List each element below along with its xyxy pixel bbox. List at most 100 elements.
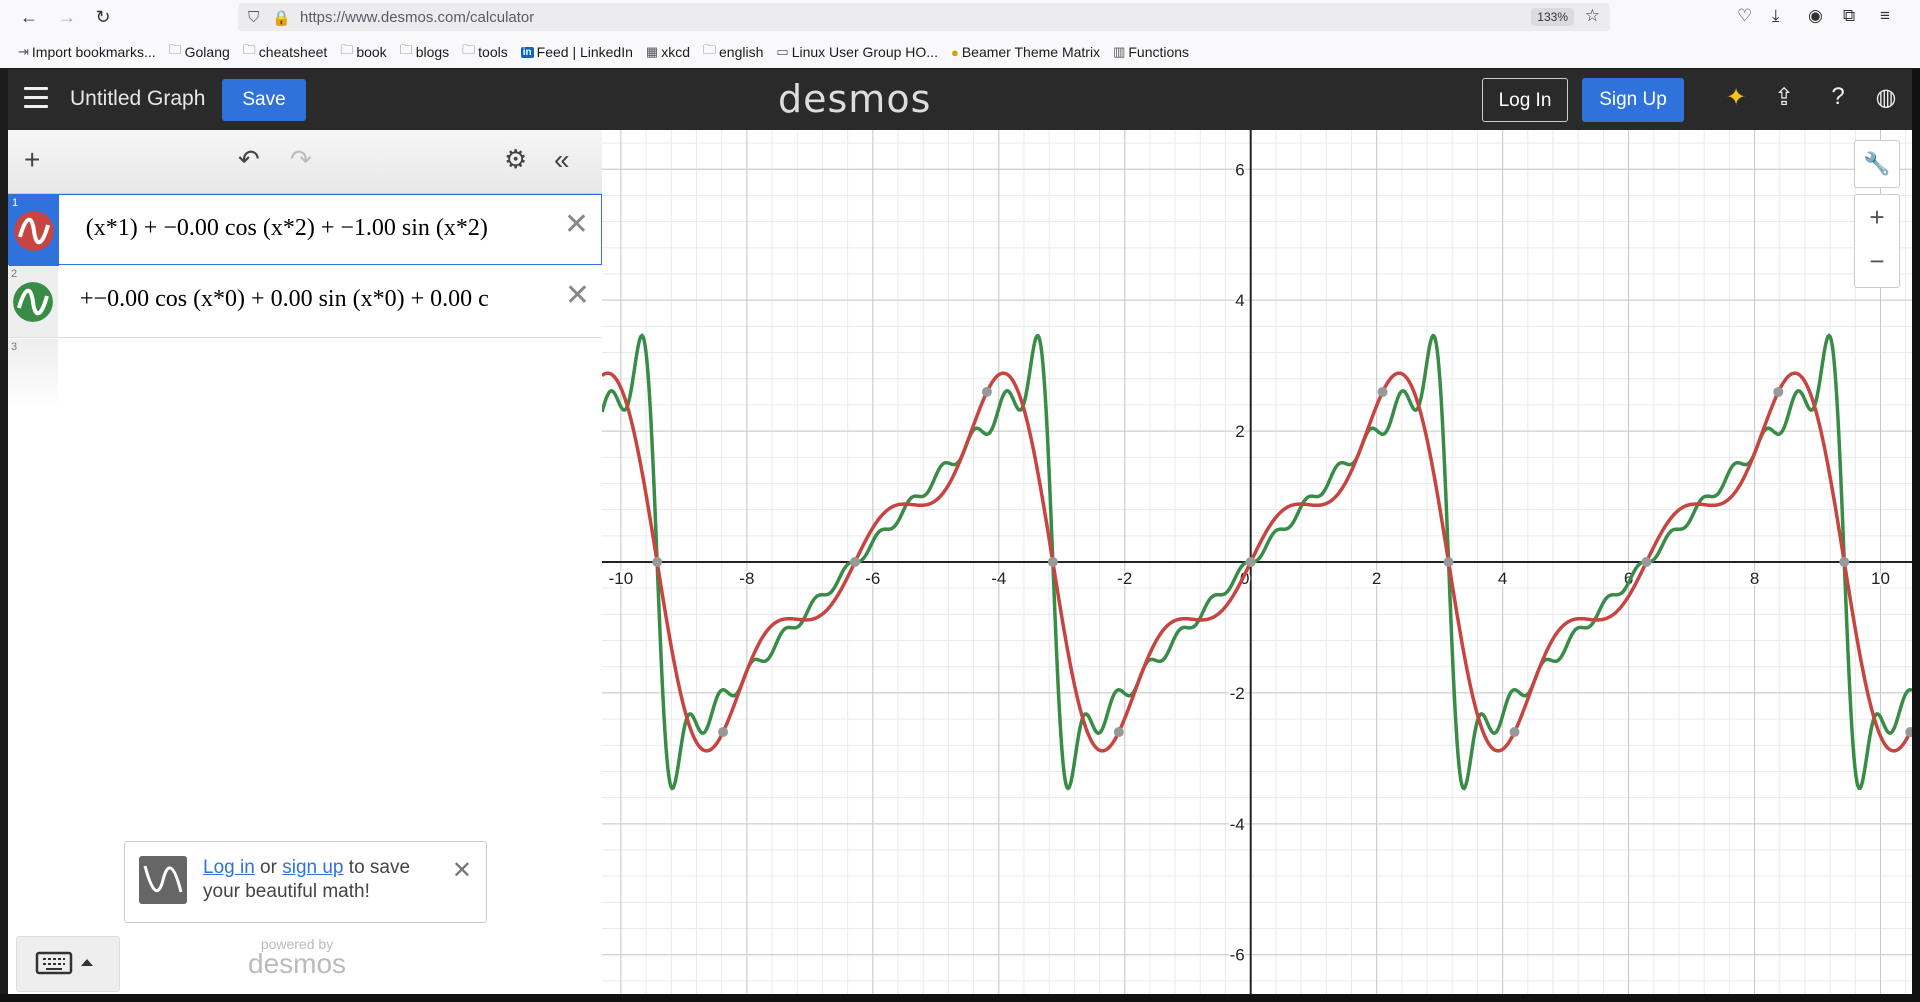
- bookmark-item[interactable]: 🗀 tools: [462, 42, 508, 62]
- url-text[interactable]: https://www.desmos.com/calculator: [300, 9, 534, 26]
- desmos-header: Untitled Graph Save desmos Log In Sign U…: [8, 69, 1912, 130]
- footer-desmos-logo: desmos: [248, 948, 347, 979]
- close-toast-icon[interactable]: ✕: [452, 856, 472, 885]
- desmos-graph-icon: [139, 856, 187, 904]
- bookmark-item[interactable]: 🗀 blogs: [400, 42, 449, 62]
- expression-toolbar: + ↶ ↷ ⚙ «: [8, 130, 602, 194]
- share-icon[interactable]: ⇪: [1768, 83, 1800, 112]
- browser-toolbar: ← → ↻ ⛉ 🔒 https://www.desmos.com/calcula…: [0, 0, 1920, 68]
- bookmarks-bar: ⇥ Import bookmarks... 🗀 Golang 🗀 cheatsheet 🗀 b…: [18, 42, 1202, 62]
- point-of-interest: [1641, 557, 1652, 567]
- beamer-icon: ●: [950, 44, 959, 60]
- signup-link[interactable]: sign up: [282, 857, 343, 878]
- zoom-out-icon[interactable]: −: [1855, 239, 1899, 283]
- back-icon[interactable]: ←: [18, 6, 40, 28]
- y-tick-label: -4: [1230, 815, 1245, 834]
- expression-gutter[interactable]: 1: [9, 195, 59, 266]
- point-of-interest: [652, 557, 663, 567]
- download-icon[interactable]: ⤓: [1772, 6, 1780, 26]
- expression-input-1[interactable]: (x*1) + −0.00 cos (x*2) + −1.00 sin (x*2…: [81, 215, 559, 242]
- graph-title[interactable]: Untitled Graph: [70, 87, 205, 111]
- redo-icon[interactable]: ↷: [290, 144, 312, 175]
- toast-message: Log in or sign up to save your beautiful…: [203, 856, 443, 904]
- bookmark-label: english: [719, 44, 764, 60]
- folder-icon: 🗀: [168, 42, 182, 57]
- x-tick-label: 2: [1372, 569, 1381, 588]
- add-expression-icon[interactable]: +: [24, 144, 40, 176]
- globe-icon[interactable]: ◍: [1870, 83, 1902, 112]
- bookmark-item[interactable]: ▥ Functions: [1113, 42, 1189, 62]
- sparkle-icon[interactable]: ✦: [1720, 83, 1752, 112]
- powered-by-desmos[interactable]: powered by desmos: [248, 936, 346, 980]
- folder-icon: 🗀: [462, 42, 476, 57]
- hamburger-menu-icon[interactable]: [24, 87, 48, 109]
- settings-gear-icon[interactable]: ⚙: [504, 144, 527, 175]
- extensions-icon[interactable]: ⧉: [1843, 6, 1855, 26]
- pocket-icon[interactable]: ♡: [1737, 6, 1752, 26]
- delete-expression-icon[interactable]: ✕: [565, 278, 590, 313]
- expression-number: 3: [11, 341, 18, 353]
- expression-row-3-empty[interactable]: 3: [8, 339, 58, 409]
- zoom-in-icon[interactable]: +: [1855, 195, 1899, 239]
- bookmark-item[interactable]: ▦ xkcd: [646, 42, 690, 62]
- address-bar[interactable]: ⛉ 🔒 https://www.desmos.com/calculator 13…: [238, 3, 1610, 31]
- expression-row-2[interactable]: 2 +−0.00 cos (x*0) + 0.00 sin (x*0) + 0.…: [8, 266, 602, 338]
- bookmark-label: Beamer Theme Matrix: [961, 44, 1101, 60]
- delete-expression-icon[interactable]: ✕: [564, 207, 589, 242]
- point-of-interest: [1113, 727, 1124, 738]
- bookmark-item[interactable]: ▭ Linux User Group HO...: [776, 42, 938, 62]
- collapse-panel-icon[interactable]: «: [554, 144, 570, 176]
- bookmark-star-icon[interactable]: ☆: [1585, 6, 1600, 26]
- save-button[interactable]: Save: [222, 79, 306, 121]
- x-tick-label: -6: [865, 569, 880, 588]
- red-wave-color-icon[interactable]: [14, 211, 54, 251]
- graph-settings-wrench-icon[interactable]: 🔧: [1854, 140, 1900, 188]
- keyboard-toggle-button[interactable]: [16, 936, 120, 992]
- lock-icon: 🔒: [272, 10, 291, 27]
- bookmark-item[interactable]: 🗀 cheatsheet: [243, 42, 328, 62]
- folder-icon: 🗀: [399, 42, 413, 57]
- graph-canvas[interactable]: -10 -8 -6 -4 -2 0 2 4 6 8 10 6 4 2 -2 -4 -6 🔧 + −: [602, 130, 1912, 994]
- green-wave-color-icon[interactable]: [13, 282, 53, 322]
- x-tick-label: 4: [1498, 569, 1507, 588]
- bookmark-label: tools: [478, 44, 508, 60]
- bookmark-item[interactable]: 🗀 Golang: [169, 42, 230, 62]
- y-tick-label: 4: [1235, 291, 1244, 310]
- expression-gutter[interactable]: 2: [8, 266, 58, 337]
- help-icon[interactable]: ?: [1822, 83, 1854, 111]
- undo-icon[interactable]: ↶: [238, 144, 260, 175]
- x-tick-label: 10: [1871, 569, 1890, 588]
- bookmark-label: Functions: [1128, 44, 1190, 60]
- menu-icon[interactable]: ≡: [1880, 6, 1890, 26]
- linkedin-icon: in: [520, 46, 534, 58]
- y-tick-label: 2: [1235, 422, 1244, 441]
- bookmark-item[interactable]: ⇥ Import bookmarks...: [18, 42, 156, 62]
- folder-icon: 🗀: [703, 42, 717, 57]
- xkcd-icon: ▦: [645, 44, 659, 59]
- forward-icon[interactable]: →: [56, 6, 78, 28]
- point-of-interest: [1245, 557, 1256, 567]
- bookmark-item[interactable]: ● Beamer Theme Matrix: [951, 42, 1100, 62]
- graph-plot[interactable]: -10 -8 -6 -4 -2 0 2 4 6 8 10642-2-4-6: [602, 130, 1912, 994]
- keyboard-icon: [35, 951, 93, 975]
- point-of-interest: [981, 386, 992, 397]
- signup-button[interactable]: Sign Up: [1582, 78, 1684, 122]
- account-icon[interactable]: ◉: [1808, 6, 1823, 26]
- expression-row-1[interactable]: 1 (x*1) + −0.00 cos (x*2) + −1.00 sin (x…: [8, 194, 602, 266]
- bookmark-item[interactable]: 🗀 book: [340, 42, 386, 62]
- zoom-level[interactable]: 133%: [1531, 8, 1574, 26]
- bookmark-item[interactable]: in Feed | LinkedIn: [520, 42, 633, 62]
- point-of-interest: [1773, 386, 1784, 397]
- login-button[interactable]: Log In: [1482, 78, 1568, 122]
- y-tick-label: 6: [1235, 160, 1244, 179]
- login-link[interactable]: Log in: [203, 857, 255, 878]
- reload-icon[interactable]: ↻: [92, 6, 114, 28]
- window-bottom-edge: [0, 994, 1920, 1002]
- expression-input-2[interactable]: +−0.00 cos (x*0) + 0.00 sin (x*0) + 0.00…: [80, 286, 558, 313]
- bookmark-label: xkcd: [661, 44, 690, 60]
- bookmark-label: Linux User Group HO...: [791, 44, 938, 60]
- desmos-logo: desmos: [778, 77, 932, 121]
- import-icon: ⇥: [18, 44, 29, 59]
- bookmark-item[interactable]: 🗀 english: [703, 42, 763, 62]
- shield-icon: ⛉: [248, 9, 260, 26]
